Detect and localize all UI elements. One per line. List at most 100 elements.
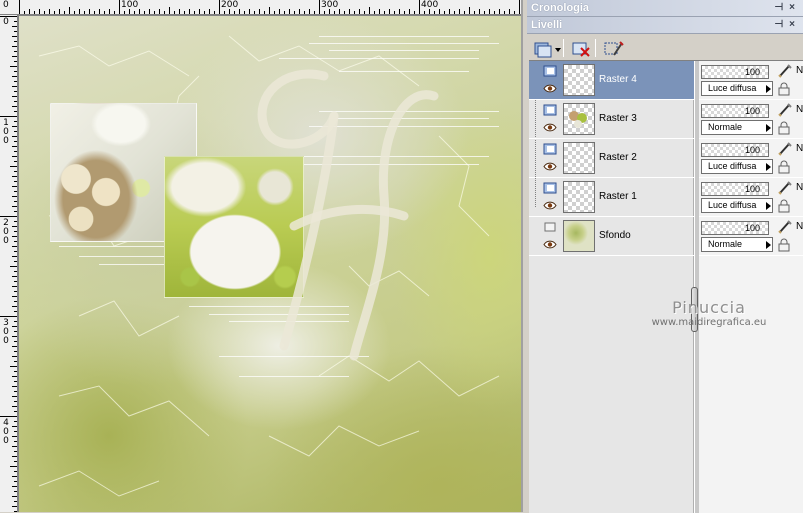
layer-group-icon[interactable] [543, 104, 557, 116]
blend-mode-select[interactable]: Normale [701, 237, 773, 252]
layer-name: Raster 2 [599, 152, 637, 163]
ruler-tick [459, 9, 460, 14]
layer-group-icon[interactable] [543, 65, 557, 77]
blend-mode-select[interactable]: Normale [701, 120, 773, 135]
lock-icon[interactable] [777, 121, 791, 135]
visibility-eye-icon[interactable] [543, 240, 557, 249]
ruler-tick [179, 9, 180, 14]
ruler-tick [14, 51, 17, 52]
edit-brush-icon[interactable] [777, 142, 793, 156]
edit-brush-icon[interactable] [777, 64, 793, 78]
ruler-tick [504, 11, 505, 14]
ruler-tick [14, 431, 17, 432]
ruler-tick [379, 9, 380, 14]
layer-row[interactable]: Raster 1 [529, 178, 694, 217]
opacity-field[interactable]: 100 [701, 143, 769, 157]
ruler-tick [12, 346, 17, 347]
layer-properties-icon [604, 41, 624, 56]
ruler-tick [14, 281, 17, 282]
ruler-tick [424, 11, 425, 14]
new-layer-icon [534, 42, 561, 58]
ruler-tick [12, 296, 17, 297]
mode-letter: N [796, 65, 803, 76]
ruler-tick [34, 11, 35, 14]
ruler-tick [14, 191, 17, 192]
layers-palette-title[interactable]: Livelli ⊣× [527, 17, 803, 34]
ruler-tick [409, 9, 410, 14]
ruler-tick [69, 7, 70, 14]
visibility-eye-icon[interactable] [543, 123, 557, 132]
lock-icon[interactable] [777, 160, 791, 174]
visibility-eye-icon[interactable] [543, 162, 557, 171]
layer-group-icon[interactable] [543, 143, 557, 155]
mode-letter: N [796, 182, 803, 193]
ruler-tick [49, 9, 50, 14]
opacity-field[interactable]: 100 [701, 104, 769, 118]
edit-brush-icon[interactable] [777, 220, 793, 234]
layer-row[interactable]: Sfondo [529, 217, 694, 256]
opacity-field[interactable]: 100 [701, 182, 769, 196]
ruler-tick [109, 9, 110, 14]
lock-icon[interactable] [777, 82, 791, 96]
ruler-tick [339, 9, 340, 14]
layer-thumbnail [563, 220, 595, 252]
ruler-tick [489, 9, 490, 14]
ruler-tick [354, 11, 355, 14]
layer-props-row: 100 Luce diffusa N [699, 61, 803, 100]
history-palette-title[interactable]: Cronologia ⊣× [527, 0, 803, 17]
background-layer-icon[interactable] [543, 221, 557, 233]
ruler-tick [14, 31, 17, 32]
visibility-eye-icon[interactable] [543, 201, 557, 210]
ruler-tick [14, 41, 17, 42]
ruler-tick [54, 11, 55, 14]
layer-props-row: 100 Luce diffusa N [699, 178, 803, 217]
layer-row[interactable]: Raster 2 [529, 139, 694, 178]
image-canvas[interactable] [19, 16, 521, 512]
ruler-tick [14, 441, 17, 442]
ruler-tick [309, 9, 310, 14]
pin-close-icons[interactable]: ⊣× [774, 17, 801, 33]
new-layer-dropdown-button[interactable] [531, 38, 561, 58]
blend-mode-select[interactable]: Luce diffusa [701, 198, 773, 213]
opacity-field[interactable]: 100 [701, 65, 769, 79]
layer-names-column: Raster 4 Raster 3 Raster 2 Raster 1 Sfon… [529, 61, 694, 513]
visibility-eye-icon[interactable] [543, 84, 557, 93]
layer-properties-button[interactable] [601, 38, 625, 58]
ruler-tick [12, 46, 17, 47]
ruler-tick [254, 11, 255, 14]
ruler-tick [59, 9, 60, 14]
ruler-tick [10, 466, 17, 467]
ruler-tick [14, 231, 17, 232]
layer-row[interactable]: Raster 3 [529, 100, 694, 139]
ruler-tick [12, 56, 17, 57]
ruler-tick [14, 61, 17, 62]
ruler-tick [14, 331, 17, 332]
lock-icon[interactable] [777, 238, 791, 252]
blend-mode-select[interactable]: Luce diffusa [701, 159, 773, 174]
canvas-area[interactable]: 0 100 200 300 400 0 100 200 300 400 [0, 0, 521, 512]
ruler-tick [12, 236, 17, 237]
edit-brush-icon[interactable] [777, 181, 793, 195]
ruler-tick [12, 506, 17, 507]
mode-letter: N [796, 104, 803, 115]
layers-title: Livelli [531, 19, 563, 31]
ruler-tick [244, 11, 245, 14]
blend-mode-select[interactable]: Luce diffusa [701, 81, 773, 96]
layer-row[interactable]: Raster 4 [529, 61, 694, 100]
ruler-tick [12, 136, 17, 137]
ruler-tick [89, 9, 90, 14]
delete-layer-button[interactable] [569, 38, 593, 58]
pin-close-icons[interactable]: ⊣× [774, 0, 801, 16]
ruler-tick [14, 301, 17, 302]
edit-brush-icon[interactable] [777, 103, 793, 117]
ruler-tick [12, 256, 17, 257]
lock-icon[interactable] [777, 199, 791, 213]
ruler-tick [14, 241, 17, 242]
ruler-tick [14, 341, 17, 342]
layer-group-icon[interactable] [543, 182, 557, 194]
opacity-field[interactable]: 100 [701, 221, 769, 235]
palette-panel: Cronologia ⊣× Livelli ⊣× Raster 4 Raster… [521, 0, 803, 513]
ruler-tick [234, 11, 235, 14]
ruler-tick [14, 101, 17, 102]
ruler-tick [12, 286, 17, 287]
